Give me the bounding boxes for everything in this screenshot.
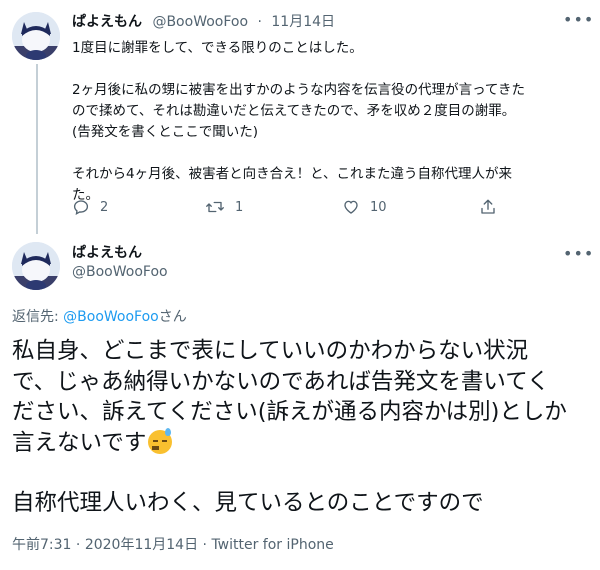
- replying-suffix: さん: [158, 309, 187, 325]
- tweet-line: 2ヶ月後に私の甥に被害を出すかのような内容を伝言役の代理が言ってきた: [72, 82, 526, 98]
- like-icon: [344, 200, 358, 214]
- avatar[interactable]: [12, 12, 60, 60]
- replying-to: 返信先: @BooWooFooさん: [12, 306, 187, 326]
- tweet-line: 1度目に謝罪をして、できる限りのことはした。: [72, 40, 363, 56]
- reply-count: 2: [100, 199, 109, 215]
- share-button[interactable]: [479, 198, 497, 216]
- tweet-line: それから4ヶ月後、被害者と向き合え！と、これまた違う自称代理人が来: [72, 166, 513, 182]
- tweet-line-with-emoji: 言えないです: [12, 427, 592, 459]
- tweet-text: 私自身、どこまで表にしていいのかわからない状況 で、じゃあ納得いかないのであれば…: [12, 336, 592, 519]
- tweet-focused: ぱよえもん @BooWooFoo ••• 返信先: @BooWooFooさん 私…: [0, 232, 600, 570]
- avatar-cat-icon: [12, 242, 60, 290]
- share-icon: [481, 199, 495, 214]
- tweet-metadata: 午前7:31 · 2020年11月14日 · Twitter for iPhon…: [12, 534, 334, 554]
- tweet-full-date[interactable]: 2020年11月14日: [85, 537, 198, 553]
- display-name[interactable]: ぱよえもん: [72, 242, 142, 262]
- header-separator: ·: [257, 14, 262, 30]
- user-handle[interactable]: @BooWooFoo: [152, 14, 248, 30]
- tweet-paragraph: 私自身、どこまで表にしていいのかわからない状況 で、じゃあ納得いかないのであれば…: [12, 336, 592, 458]
- user-handle[interactable]: @BooWooFoo: [72, 264, 168, 280]
- tweet-line: (告発文を書くとここで聞いた): [72, 124, 259, 140]
- tweet-line: 私自身、どこまで表にしていいのかわからない状況: [12, 338, 529, 364]
- avatar-cat-icon: [12, 12, 60, 60]
- tweet-actions: 2 1 10: [72, 198, 502, 222]
- retweet-count: 1: [235, 199, 244, 215]
- tweet-line: ださい、訴えてください(訴えが通る内容かは別)としか: [12, 399, 567, 425]
- tweet-paragraph: 2ヶ月後に私の甥に被害を出すかのような内容を伝言役の代理が言ってきた ので揉めて…: [72, 80, 587, 143]
- downcast-face-with-sweat-icon: [148, 427, 173, 454]
- thread-connector-line: [36, 64, 38, 234]
- more-horizontal-icon[interactable]: •••: [563, 244, 594, 263]
- tweet-line: ので揉めて、それは勘違いだと伝えてきたので、矛を収め２度目の謝罪。: [72, 103, 516, 119]
- tweet-time[interactable]: 午前7:31: [12, 537, 71, 553]
- tweet-text: 1度目に謝罪をして、できる限りのことはした。 2ヶ月後に私の甥に被害を出すかのよ…: [72, 38, 587, 206]
- tweet-paragraph: 自称代理人いわく、見ているとのことですので: [12, 488, 592, 519]
- meta-separator: ·: [75, 537, 81, 553]
- retweet-button[interactable]: 1: [205, 198, 243, 216]
- tweet-thread-parent[interactable]: ぱよえもん @BooWooFoo · 11月14日 ••• 1度目に謝罪をして、…: [0, 0, 600, 234]
- retweet-icon: [206, 201, 224, 213]
- replying-prefix: 返信先:: [12, 309, 64, 325]
- like-count: 10: [370, 199, 387, 215]
- more-horizontal-icon[interactable]: •••: [563, 10, 594, 29]
- tweet-source[interactable]: Twitter for iPhone: [211, 537, 333, 553]
- tweet-date[interactable]: 11月14日: [271, 14, 335, 30]
- tweet-line: 言えないです: [12, 429, 147, 456]
- reply-button[interactable]: 2: [72, 198, 108, 216]
- tweet-header: ぱよえもん @BooWooFoo · 11月14日: [72, 11, 335, 31]
- tweet-line: で、じゃあ納得いかないのであれば告発文を書いてく: [12, 368, 550, 395]
- display-name[interactable]: ぱよえもん: [72, 14, 142, 30]
- like-button[interactable]: 10: [342, 198, 387, 216]
- replying-handle-link[interactable]: @BooWooFoo: [63, 309, 159, 325]
- tweet-line: 自称代理人いわく、見ているとのことですので: [12, 490, 484, 516]
- meta-separator: ·: [202, 537, 207, 553]
- reply-icon: [73, 200, 89, 216]
- avatar[interactable]: [12, 242, 60, 290]
- tweet-paragraph: 1度目に謝罪をして、できる限りのことはした。: [72, 38, 587, 59]
